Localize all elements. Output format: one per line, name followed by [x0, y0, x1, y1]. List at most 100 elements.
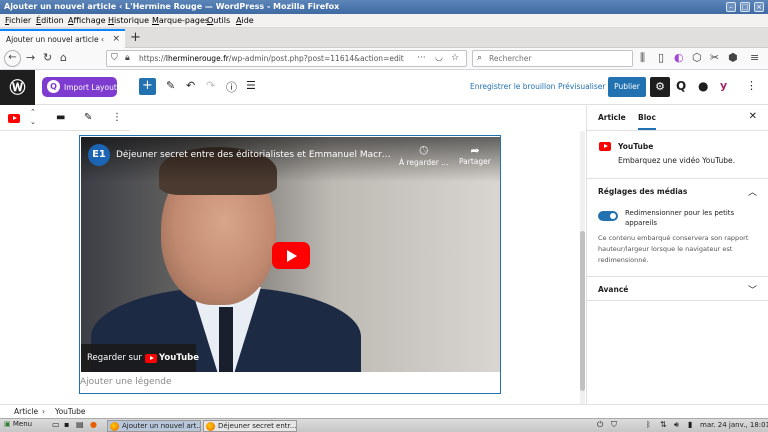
media-settings-title[interactable]: Réglages des médias: [598, 187, 687, 196]
hamburger-menu-icon[interactable]: ≡: [750, 51, 759, 64]
move-up-icon[interactable]: ⌃: [30, 108, 36, 116]
block-more-options-icon[interactable]: ⋮: [112, 112, 122, 123]
show-desktop-icon[interactable]: ▭: [52, 420, 60, 429]
watch-later-button[interactable]: 🕓︎ À regarder ...: [399, 144, 448, 167]
yoast-icon[interactable]: y: [720, 79, 727, 92]
list-view-icon[interactable]: ☰: [246, 79, 256, 92]
library-icon[interactable]: ⫼: [640, 51, 645, 65]
video-player[interactable]: E1 Déjeuner secret entre des éditorialis…: [81, 137, 500, 372]
extension-icon-2[interactable]: ⬢: [728, 51, 738, 64]
qubely-q-icon[interactable]: Q: [676, 79, 686, 93]
taskbar-window-editor-label: Ajouter un nouvel art...: [122, 422, 201, 430]
share-button[interactable]: ➦ Partager: [459, 144, 491, 166]
lock-icon[interactable]: 🔒︎: [125, 53, 130, 63]
extension-icon[interactable]: ⬡: [692, 51, 702, 64]
editor-header: Ⓦ Q Import Layout + ✎ ↶ ↷ ⓘ ☰ Enregistre…: [0, 70, 768, 105]
info-icon[interactable]: ⓘ: [226, 79, 237, 95]
volume-icon[interactable]: 🔊︎: [674, 420, 679, 430]
start-menu-button[interactable]: ▣ Menu: [4, 420, 32, 428]
redo-icon[interactable]: ↷: [206, 79, 215, 92]
edit-pencil-icon[interactable]: ✎: [166, 79, 175, 92]
youtube-embed-block[interactable]: E1 Déjeuner secret entre des éditorialis…: [79, 135, 501, 394]
import-layout-button[interactable]: Q Import Layout: [42, 77, 117, 97]
video-title[interactable]: Déjeuner secret entre des éditorialistes…: [116, 150, 396, 160]
breadcrumb-article[interactable]: Article: [14, 407, 38, 416]
screenshot-icon[interactable]: ✂: [710, 51, 719, 64]
advanced-panel[interactable]: Avancé ﹀: [587, 277, 768, 301]
power-icon[interactable]: ⏻: [597, 420, 603, 430]
window-title: Ajouter un nouvel article ‹ L'Hermine Ro…: [4, 2, 340, 11]
files-icon[interactable]: ▤: [76, 420, 84, 429]
advanced-title[interactable]: Avancé: [598, 285, 628, 294]
reload-icon[interactable]: ↻: [43, 51, 52, 64]
tab-article[interactable]: Article: [598, 113, 626, 122]
url-bar[interactable]: ⛉ 🔒︎ https://lherminerouge.fr/wp-admin/p…: [106, 50, 467, 67]
close-icon[interactable]: ✕: [749, 111, 757, 122]
chevron-up-icon[interactable]: ︿: [748, 185, 757, 198]
align-icon[interactable]: ▬: [56, 112, 65, 123]
tab-bloc[interactable]: Bloc: [638, 113, 656, 130]
chevron-down-icon[interactable]: ﹀: [748, 283, 757, 296]
shield-icon[interactable]: ⛉: [111, 53, 118, 63]
bluetooth-icon[interactable]: ᛒ: [646, 420, 651, 429]
sidebar-toggle-icon[interactable]: ▯: [658, 51, 664, 64]
update-manager-icon[interactable]: ⛉: [611, 420, 617, 430]
new-tab-icon[interactable]: +: [130, 30, 141, 45]
terminal-icon[interactable]: ▪: [64, 420, 69, 429]
edit-url-pencil-icon[interactable]: ✎: [84, 112, 92, 123]
block-inserter-button[interactable]: +: [139, 78, 156, 95]
preview-button[interactable]: Prévisualiser: [558, 82, 605, 91]
firefox-launcher-icon[interactable]: ●: [90, 420, 97, 429]
search-bar[interactable]: ⌕ Rechercher: [472, 50, 633, 67]
taskbar-window-editor[interactable]: Ajouter un nouvel art...: [107, 420, 201, 432]
breadcrumb-youtube[interactable]: YouTube: [55, 407, 86, 416]
resize-toggle-label: Redimensionner pour les petits appareils: [625, 209, 735, 227]
menu-outils[interactable]: Outils: [207, 16, 230, 25]
menu-affichage[interactable]: Affichage: [68, 16, 106, 25]
channel-logo[interactable]: E1: [88, 144, 110, 166]
pocket-icon[interactable]: ◡: [435, 53, 443, 63]
forward-arrow-icon[interactable]: →: [26, 51, 35, 64]
menu-marque-pages[interactable]: Marque-pages: [152, 16, 209, 25]
start-menu-label: Menu: [12, 420, 33, 428]
home-icon[interactable]: ⌂: [60, 51, 67, 64]
wordpress-logo-icon[interactable]: Ⓦ: [0, 70, 35, 105]
close-tab-icon[interactable]: ×: [112, 34, 120, 44]
close-window-icon[interactable]: ×: [754, 2, 764, 12]
watch-on-label: Regarder sur: [87, 353, 142, 363]
watch-on-youtube-button[interactable]: Regarder sur YouTube: [81, 344, 199, 372]
firefox-icon: [206, 422, 215, 431]
canvas-scrollbar[interactable]: [580, 131, 585, 404]
battery-icon[interactable]: ▮: [688, 420, 692, 429]
resize-toggle[interactable]: [598, 211, 618, 221]
menu-aide[interactable]: Aide: [236, 16, 254, 25]
network-icon[interactable]: ⇅: [660, 420, 667, 429]
play-button-icon[interactable]: [272, 242, 310, 269]
scrollbar-thumb[interactable]: [580, 231, 585, 391]
youtube-block-icon[interactable]: [8, 114, 20, 123]
undo-icon[interactable]: ↶: [186, 79, 195, 92]
page-actions-icon[interactable]: ···: [417, 53, 426, 63]
window-title-bar: Ajouter un nouvel article ‹ L'Hermine Ro…: [0, 0, 768, 14]
publish-button[interactable]: Publier: [608, 77, 646, 97]
save-draft-button[interactable]: Enregistrer le brouillon: [470, 82, 555, 91]
menu-bar: Fichier Édition Affichage Historique Mar…: [0, 14, 768, 28]
menu-historique[interactable]: Historique: [108, 16, 149, 25]
caption-input[interactable]: Ajouter une légende: [80, 377, 172, 387]
maximize-icon[interactable]: □: [740, 2, 750, 12]
clock[interactable]: mar. 24 janv., 18:01: [700, 421, 768, 429]
plugin-s-icon[interactable]: ●: [698, 79, 708, 93]
menu-edition[interactable]: Édition: [36, 16, 64, 25]
watch-later-label: À regarder ...: [399, 158, 449, 167]
extension-color-icon[interactable]: ◐: [674, 51, 684, 64]
youtube-logo-icon: [145, 354, 157, 363]
move-down-icon[interactable]: ⌄: [30, 118, 36, 126]
back-arrow-icon[interactable]: ←: [4, 50, 21, 67]
minimize-icon[interactable]: –: [726, 2, 736, 12]
settings-gear-icon[interactable]: ⚙: [650, 77, 670, 97]
bookmark-star-icon[interactable]: ☆: [451, 53, 459, 63]
menu-fichier[interactable]: Fichier: [5, 16, 31, 25]
taskbar-window-video[interactable]: Déjeuner secret entr...: [203, 420, 297, 432]
more-options-icon[interactable]: ⋮: [746, 79, 757, 92]
browser-tab-active[interactable]: Ajouter un nouvel article ‹ L'Herm ×: [0, 29, 125, 48]
